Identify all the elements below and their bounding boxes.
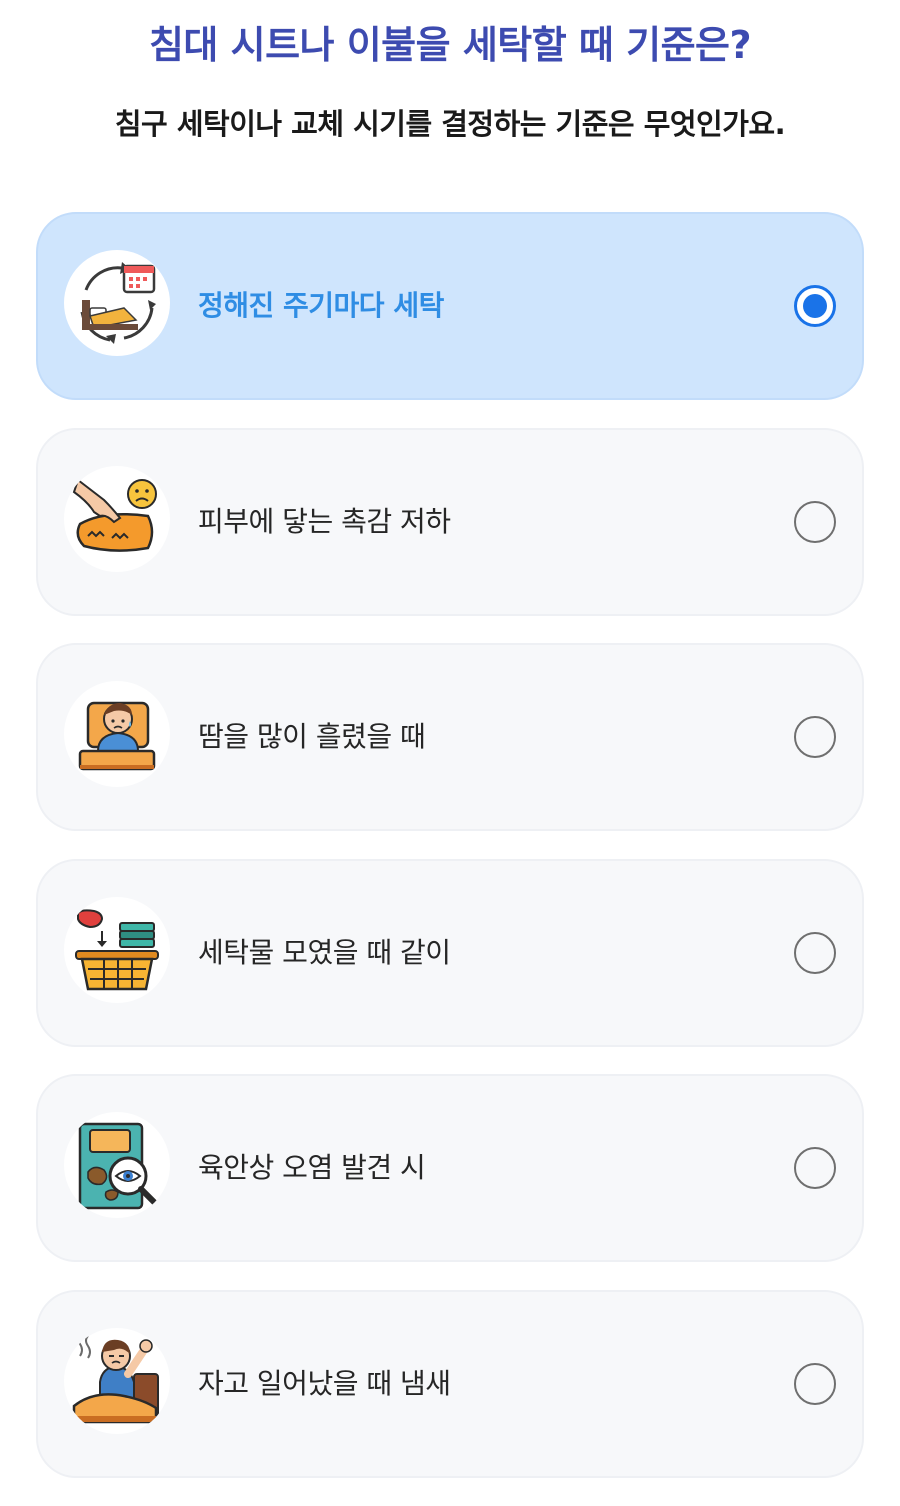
radio-button[interactable] — [794, 1362, 836, 1405]
laundry-basket-icon — [64, 896, 170, 1003]
option-laundry-pile[interactable]: 세탁물 모였을 때 같이 — [36, 858, 864, 1047]
laundry-cycle-calendar-icon — [64, 250, 170, 356]
option-visible-stain[interactable]: 육안상 오염 발견 시 — [36, 1074, 864, 1263]
sweating-person-in-bed-icon — [64, 681, 170, 788]
radio-button[interactable] — [794, 1147, 836, 1190]
hand-touching-bedding-icon — [64, 465, 170, 572]
option-skin-feel[interactable]: 피부에 닿는 촉감 저하 — [36, 427, 864, 616]
waking-up-smell-icon — [64, 1327, 170, 1434]
radio-button[interactable] — [794, 931, 836, 974]
option-heavy-sweat[interactable]: 땀을 많이 흘렸을 때 — [36, 643, 864, 832]
option-label: 땀을 많이 흘렸을 때 — [198, 720, 426, 754]
question-subtitle: 침구 세탁이나 교체 시기를 결정하는 기준은 무엇인가요. — [114, 107, 786, 141]
radio-button-selected[interactable] — [794, 285, 836, 327]
radio-button[interactable] — [794, 716, 836, 759]
option-label: 자고 일어났을 때 냄새 — [198, 1366, 451, 1400]
option-label: 피부에 닿는 촉감 저하 — [198, 504, 451, 538]
radio-button[interactable] — [794, 500, 836, 543]
option-label: 세탁물 모였을 때 같이 — [198, 935, 451, 969]
question-title: 침대 시트나 이불을 세탁할 때 기준은? — [148, 23, 752, 67]
option-regular-cycle[interactable]: 정해진 주기마다 세탁 — [36, 212, 864, 400]
option-morning-smell[interactable]: 자고 일어났을 때 냄새 — [36, 1289, 864, 1478]
option-label: 정해진 주기마다 세탁 — [198, 289, 444, 322]
option-label: 육안상 오염 발견 시 — [198, 1151, 426, 1185]
stain-magnifier-icon — [64, 1112, 170, 1219]
option-list: 정해진 주기마다 세탁 피부에 닿는 촉감 저하 땀을 많이 흘렸을 때 세탁물… — [36, 212, 864, 1506]
